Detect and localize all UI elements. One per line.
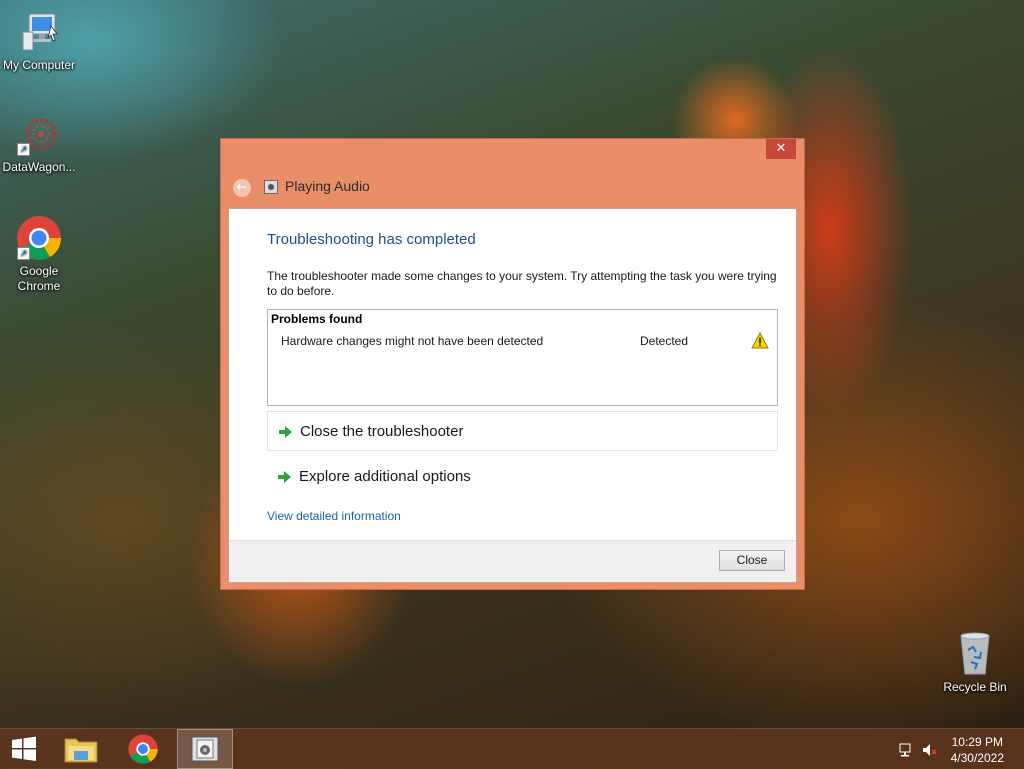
- problem-name: Hardware changes might not have been det…: [281, 334, 544, 348]
- option-label: Close the troubleshooter: [300, 423, 464, 440]
- shortcut-arrow-icon: ↗: [17, 247, 30, 260]
- speaker-muted-icon[interactable]: [921, 742, 937, 758]
- speaker-app-icon: [264, 180, 278, 194]
- green-arrow-icon: [276, 469, 292, 485]
- clock-date: 4/30/2022: [950, 751, 1004, 765]
- desktop-icon-label: My Computer: [2, 58, 76, 72]
- back-arrow-icon[interactable]: ←: [233, 179, 251, 197]
- datawagon-icon: ↗: [15, 110, 63, 158]
- taskbar-file-explorer[interactable]: [53, 729, 109, 769]
- chrome-icon: [128, 734, 158, 764]
- network-icon[interactable]: [898, 742, 914, 758]
- window-content: Troubleshooting has completed The troubl…: [228, 208, 797, 583]
- computer-icon: [15, 8, 63, 56]
- problems-found-panel: Problems found Hardware changes might no…: [267, 309, 778, 406]
- close-troubleshooter-option[interactable]: Close the troubleshooter: [267, 411, 778, 451]
- desktop-icon-label: DataWagon...: [2, 160, 76, 174]
- description-text: The troubleshooter made some changes to …: [267, 269, 777, 298]
- green-arrow-icon: [277, 424, 293, 440]
- taskbar-playing-audio[interactable]: [177, 729, 233, 769]
- close-button[interactable]: Close: [719, 550, 785, 571]
- desktop-icon-recycle-bin[interactable]: Recycle Bin: [933, 630, 1017, 695]
- page-heading: Troubleshooting has completed: [267, 231, 476, 248]
- folder-icon: [64, 738, 98, 763]
- shortcut-arrow-icon: ↗: [17, 143, 30, 156]
- close-icon[interactable]: ✕: [766, 139, 796, 159]
- window-title: Playing Audio: [285, 178, 370, 194]
- warning-icon: [751, 331, 769, 349]
- taskbar-google-chrome[interactable]: [115, 729, 171, 769]
- windows-logo-icon: [12, 736, 36, 761]
- desktop-icon-my-computer[interactable]: My Computer: [0, 8, 81, 73]
- speaker-app-icon: [191, 736, 219, 762]
- problem-row[interactable]: Hardware changes might not have been det…: [268, 331, 777, 352]
- problems-title: Problems found: [271, 312, 363, 326]
- clock-time: 10:29 PM: [951, 735, 1003, 749]
- chrome-icon: ↗: [15, 214, 63, 262]
- troubleshooter-window: ✕ ← Playing Audio Troubleshooting has co…: [220, 138, 805, 590]
- start-button[interactable]: [0, 729, 48, 769]
- dialog-footer: Close: [229, 540, 796, 582]
- view-detailed-information-link[interactable]: View detailed information: [267, 509, 401, 523]
- desktop-icon-datawagon[interactable]: ↗ DataWagon...: [0, 110, 81, 175]
- explore-options-option[interactable]: Explore additional options: [267, 457, 778, 497]
- option-label: Explore additional options: [299, 468, 471, 485]
- desktop-icon-label: Google Chrome: [17, 264, 61, 293]
- problem-status: Detected: [640, 334, 689, 348]
- desktop-icon-label: Recycle Bin: [943, 680, 1007, 694]
- system-clock[interactable]: 10:29 PM 4/30/2022: [951, 734, 1004, 766]
- taskbar: 10:29 PM 4/30/2022: [0, 728, 1024, 769]
- recycle-bin-icon: [951, 630, 999, 678]
- desktop-icon-google-chrome[interactable]: ↗ Google Chrome: [0, 214, 81, 294]
